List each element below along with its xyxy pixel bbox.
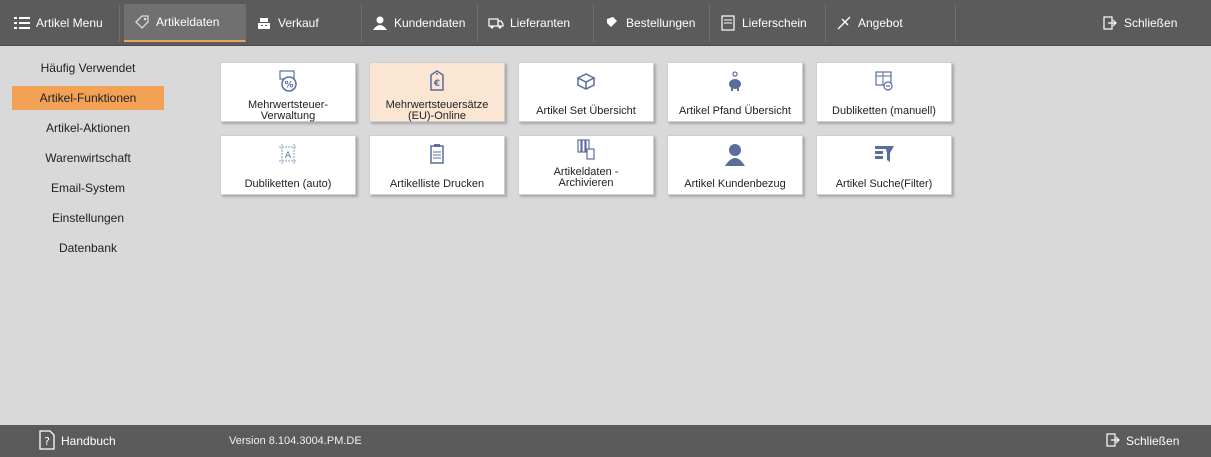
tab-artikel-menu[interactable]: Artikel Menu <box>4 4 120 42</box>
sidebar-item-datenbank[interactable]: Datenbank <box>12 236 164 260</box>
tile-mehrwertsteuer-verwaltung[interactable]: % Mehrwertsteuer- Verwaltung <box>220 62 356 122</box>
order-icon <box>604 15 620 31</box>
tile-label-line2: (EU)-Online <box>407 110 467 122</box>
tab-angebot[interactable]: Angebot <box>826 4 956 42</box>
close-button-bottom[interactable]: Schließen <box>1106 425 1179 457</box>
duplicate-table-icon <box>875 71 893 91</box>
handbuch-button[interactable]: ? Handbuch <box>37 425 116 457</box>
exit-icon <box>1102 15 1118 31</box>
sidebar-item-einstellungen[interactable]: Einstellungen <box>12 206 164 230</box>
tile-label: Artikelliste Drucken <box>389 178 485 190</box>
person-icon <box>372 15 388 31</box>
tile-artikel-set-uebersicht[interactable]: Artikel Set Übersicht <box>518 62 654 122</box>
document-icon <box>720 15 736 31</box>
cash-register-icon <box>256 15 272 31</box>
svg-text:%: % <box>284 81 293 91</box>
tile-artikel-suche-filter[interactable]: Artikel Suche(Filter) <box>816 135 952 195</box>
tile-label-line2: Archivieren <box>558 177 614 189</box>
tile-dubliketten-auto[interactable]: A Dubliketten (auto) <box>220 135 356 195</box>
close-button-top[interactable]: Schließen <box>1092 4 1208 42</box>
tile-artikel-pfand-uebersicht[interactable]: Artikel Pfand Übersicht <box>667 62 803 122</box>
tab-label: Artikel Menu <box>36 16 103 30</box>
menu-list-icon <box>14 15 30 31</box>
duplicate-auto-icon: A <box>279 144 297 164</box>
top-navigation-bar: Artikel Menu Artikeldaten Verkauf Kunden… <box>0 0 1211 46</box>
clipboard-icon <box>430 144 444 164</box>
tab-label: Bestellungen <box>626 16 696 30</box>
close-label: Schließen <box>1126 434 1180 448</box>
close-label: Schließen <box>1124 16 1178 30</box>
handbuch-label: Handbuch <box>61 434 116 448</box>
box-icon <box>576 73 596 90</box>
archive-icon <box>577 139 595 160</box>
tab-verkauf[interactable]: Verkauf <box>246 4 362 42</box>
sidebar-item-haeufig-verwendet[interactable]: Häufig Verwendet <box>12 56 164 80</box>
exit-icon <box>1106 432 1120 450</box>
tab-label: Lieferanten <box>510 16 571 30</box>
customer-icon <box>725 144 745 166</box>
tab-label: Angebot <box>858 16 903 30</box>
sidebar: Häufig Verwendet Artikel-Funktionen Arti… <box>7 49 177 425</box>
svg-text:€: € <box>433 79 440 89</box>
tile-dubliketten-manuell[interactable]: Dubliketten (manuell) <box>816 62 952 122</box>
sidebar-item-artikel-funktionen[interactable]: Artikel-Funktionen <box>12 86 164 110</box>
tab-label: Artikeldaten <box>156 15 220 29</box>
tile-label: Dubliketten (manuell) <box>832 105 936 117</box>
tab-label: Kundendaten <box>394 16 466 30</box>
filter-icon <box>875 146 894 162</box>
piggy-bank-icon <box>729 71 741 91</box>
svg-text:A: A <box>285 151 292 161</box>
tab-lieferanten[interactable]: Lieferanten <box>478 4 594 42</box>
sidebar-item-email-system[interactable]: Email-System <box>12 176 164 200</box>
tile-label-line2: Verwaltung <box>260 110 316 122</box>
tab-label: Verkauf <box>278 16 319 30</box>
tab-lieferschein[interactable]: Lieferschein <box>710 4 826 42</box>
sidebar-item-artikel-aktionen[interactable]: Artikel-Aktionen <box>12 116 164 140</box>
main-content: Häufig Verwendet Artikel-Funktionen Arti… <box>7 49 1211 425</box>
tile-mehrwertsteuersaetze-eu-online[interactable]: € Mehrwertsteuersätze (EU)-Online <box>369 62 505 122</box>
tile-artikelliste-drucken[interactable]: Artikelliste Drucken <box>369 135 505 195</box>
tile-artikel-kundenbezug[interactable]: Artikel Kundenbezug <box>667 135 803 195</box>
tab-label: Lieferschein <box>742 16 807 30</box>
tile-artikeldaten-archivieren[interactable]: Artikeldaten - Archivieren <box>518 135 654 195</box>
tag-icon <box>134 14 150 30</box>
tile-label: Artikel Suche(Filter) <box>835 178 933 190</box>
tile-label: Artikel Set Übersicht <box>536 105 636 117</box>
help-document-icon: ? <box>37 429 55 453</box>
tile-label: Dubliketten (auto) <box>244 178 332 190</box>
svg-text:?: ? <box>44 435 50 448</box>
tab-bestellungen[interactable]: Bestellungen <box>594 4 710 42</box>
bottom-status-bar: ? Handbuch Version 8.104.3004.PM.DE Schl… <box>0 425 1211 457</box>
tile-label: Artikel Pfand Übersicht <box>679 105 791 117</box>
tab-kundendaten[interactable]: Kundendaten <box>362 4 478 42</box>
tab-artikeldaten[interactable]: Artikeldaten <box>124 4 246 42</box>
truck-icon <box>488 15 504 31</box>
euro-icon: € <box>430 70 444 91</box>
percent-icon: % <box>279 70 297 92</box>
tile-label: Artikel Kundenbezug <box>684 178 786 190</box>
version-text: Version 8.104.3004.PM.DE <box>229 435 362 447</box>
sidebar-item-warenwirtschaft[interactable]: Warenwirtschaft <box>12 146 164 170</box>
offer-icon <box>836 15 852 31</box>
